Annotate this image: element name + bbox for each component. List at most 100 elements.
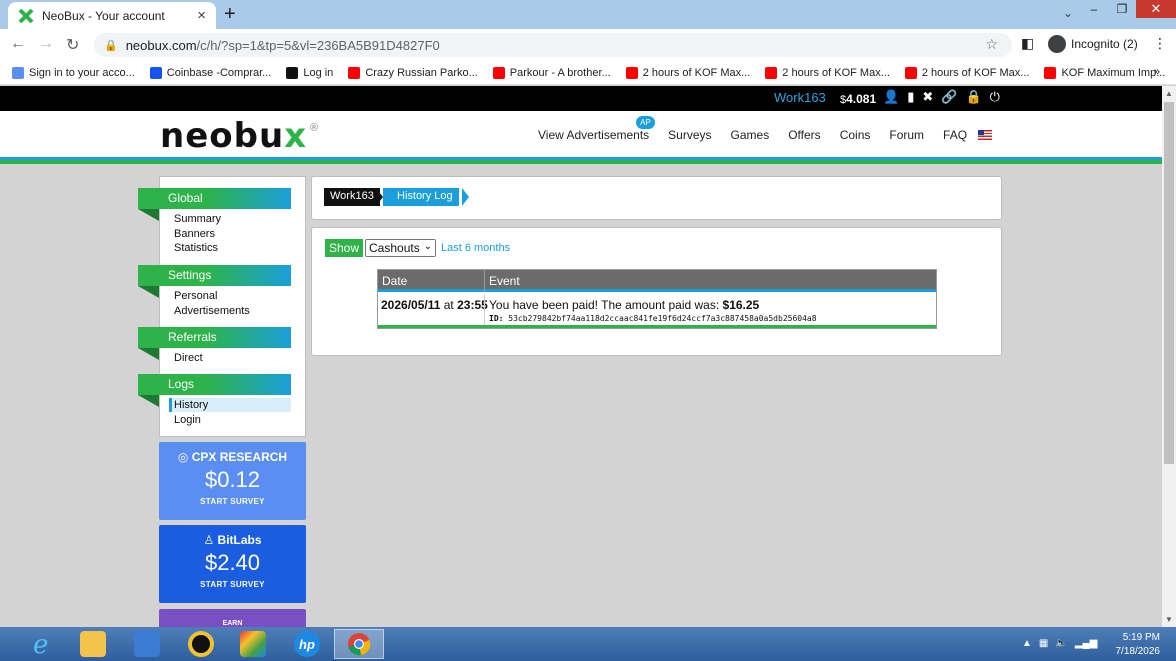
earn-label: EARN (222, 620, 243, 627)
earn-promo[interactable]: EARN (159, 609, 306, 629)
tab-search-icon[interactable]: ⌄ (1063, 6, 1073, 20)
window-controls: – ❐ ✕ (1080, 0, 1176, 29)
bookmark-item[interactable]: Log in (286, 66, 333, 79)
page-scrollbar[interactable]: ▲ ▼ (1162, 86, 1176, 627)
side-panel-icon[interactable]: ◧ (1021, 35, 1034, 52)
scroll-down-icon[interactable]: ▼ (1165, 615, 1173, 624)
address-bar[interactable]: 🔒 neobux.com /c/h/?sp=1&tp=5&vl=236BA5B9… (94, 33, 1012, 57)
bookmark-favicon-icon (625, 66, 638, 79)
neobux-logo[interactable]: neobux (160, 116, 307, 156)
bookmark-favicon-icon (765, 66, 778, 79)
lock-icon[interactable]: 🔒 (104, 39, 118, 52)
bookmark-star-icon[interactable]: ☆ (985, 36, 998, 53)
breadcrumb-user[interactable]: Work163 (324, 188, 380, 206)
nav-view-advertisements[interactable]: View Advertisements (538, 128, 649, 142)
bookmark-item[interactable]: Coinbase -Comprar... (149, 66, 271, 79)
tray-expand-icon[interactable]: ▲ (1022, 638, 1032, 649)
minimize-icon[interactable]: – (1080, 0, 1108, 18)
column-header-date: Date (382, 274, 408, 288)
back-arrow-icon[interactable]: ← (10, 35, 26, 53)
bookmark-favicon-icon (492, 66, 505, 79)
taskbar-app-3[interactable] (122, 629, 172, 659)
bitlabs-promo[interactable]: ♙ BitLabs $2.40 START SURVEY (159, 525, 306, 603)
browser-toolbar: ← → ↻ 🔒 neobux.com /c/h/?sp=1&tp=5&vl=23… (0, 29, 1176, 61)
sidebar-item-banners[interactable]: Banners (174, 228, 215, 240)
ap-badge: AP (636, 116, 655, 129)
sidebar-item-advertisements[interactable]: Advertisements (174, 305, 250, 317)
tab-close-icon[interactable]: × (197, 8, 206, 23)
restore-icon[interactable]: ❐ (1108, 0, 1136, 18)
tab-title: NeoBux - Your account (42, 8, 165, 23)
close-window-icon[interactable]: ✕ (1136, 0, 1176, 18)
taskbar-file-explorer[interactable] (68, 629, 118, 659)
link-icon[interactable]: 🔗 (941, 89, 957, 105)
cpx-research-promo[interactable]: ◎ CPX RESEARCH $0.12 START SURVEY (159, 442, 306, 520)
paint-icon (240, 631, 266, 657)
volume-icon[interactable]: 🔈 (1055, 638, 1067, 649)
table-row: 2026/05/11 at 23:55 You have been paid! … (378, 295, 936, 326)
scroll-thumb[interactable] (1164, 102, 1174, 464)
scroll-up-icon[interactable]: ▲ (1165, 89, 1173, 98)
bookmark-item[interactable]: KOF Maximum Imp... (1044, 66, 1165, 79)
bookmark-label: 2 hours of KOF Max... (921, 66, 1030, 79)
show-button[interactable]: Show (325, 239, 364, 257)
user-icon[interactable]: 👤 (883, 89, 899, 105)
new-tab-button[interactable]: + (224, 3, 236, 26)
sidebar-item-summary[interactable]: Summary (174, 213, 221, 225)
bookmark-item[interactable]: 2 hours of KOF Max... (765, 66, 890, 79)
row-transaction-id: ID: 53cb279842bf74aa118d2ccaac841fe19f6d… (489, 314, 817, 323)
log-type-select[interactable]: Cashouts ⌄ (365, 239, 436, 257)
sidebar-item-direct[interactable]: Direct (174, 352, 203, 364)
taskbar-app-5[interactable] (228, 629, 278, 659)
taskbar-ie[interactable]: e (18, 629, 68, 659)
bookmark-label: 2 hours of KOF Max... (642, 66, 751, 79)
bookmark-item[interactable]: 2 hours of KOF Max... (904, 66, 1030, 79)
nav-games[interactable]: Games (731, 128, 770, 142)
taskbar-chrome[interactable] (334, 629, 384, 659)
incognito-profile[interactable]: Incognito (2) (1048, 35, 1138, 53)
signal-icon[interactable]: ▂▄▆ (1075, 638, 1097, 649)
section-fold (138, 348, 159, 360)
logout-icon[interactable]: ⏻ (990, 89, 1000, 105)
account-icons: 👤 ▮ ✖ 🔗 🔒 ⏻ (883, 89, 1000, 105)
lock-icon[interactable]: 🔒 (965, 89, 981, 105)
username-link[interactable]: Work163 (774, 90, 826, 105)
browser-tab[interactable]: NeoBux - Your account × (8, 2, 216, 29)
nav-offers[interactable]: Offers (788, 128, 820, 142)
taskbar-clock[interactable]: 5:19 PM 7/18/2026 (1096, 631, 1161, 659)
bookmark-item[interactable]: Parkour - A brother... (492, 66, 611, 79)
bookmark-item[interactable]: 2 hours of KOF Max... (625, 66, 751, 79)
taskbar-app-4[interactable] (176, 629, 226, 659)
start-survey-button[interactable]: START SURVEY (159, 497, 306, 506)
bookmarks-overflow-icon[interactable]: » (1154, 66, 1160, 78)
url-path: /c/h/?sp=1&tp=5&vl=236BA5B91D4827F0 (196, 37, 440, 53)
sidebar-item-login[interactable]: Login (174, 414, 201, 426)
bookmark-favicon-icon (286, 66, 299, 79)
network-adapter-icon[interactable]: ▦ (1039, 638, 1048, 649)
date-value: 2026/05/11 (381, 298, 441, 312)
menu-icon[interactable]: ⋮ (1153, 35, 1167, 52)
sidebar-item-history[interactable]: History (174, 399, 208, 411)
sidebar-section-logs: Logs (138, 374, 291, 395)
tools-icon[interactable]: ✖ (922, 89, 933, 105)
nav-forum[interactable]: Forum (889, 128, 924, 142)
sidebar-item-statistics[interactable]: Statistics (174, 242, 218, 254)
nav-faq[interactable]: FAQ (943, 128, 967, 142)
reload-icon[interactable]: ↻ (66, 35, 79, 55)
balance-value: 4.081 (846, 92, 877, 106)
main-nav: View Advertisements Surveys Games Offers Coi… (538, 128, 986, 142)
stats-icon[interactable]: ▮ (907, 89, 914, 105)
nav-surveys[interactable]: Surveys (668, 128, 711, 142)
us-flag-icon[interactable] (978, 130, 992, 140)
chrome-icon (348, 633, 371, 656)
clock-time: 5:19 PM (1122, 632, 1160, 643)
taskbar-hp[interactable]: hp (282, 629, 332, 659)
url-domain: neobux.com (125, 37, 197, 53)
time-range-link[interactable]: Last 6 months (441, 242, 510, 254)
start-survey-button[interactable]: START SURVEY (159, 580, 306, 589)
forward-arrow-icon[interactable]: → (38, 35, 54, 53)
bookmark-item[interactable]: Sign in to your acco... (12, 66, 135, 79)
sidebar-item-personal[interactable]: Personal (174, 290, 217, 302)
bookmark-item[interactable]: Crazy Russian Parko... (348, 66, 478, 79)
nav-coins[interactable]: Coins (840, 128, 871, 142)
